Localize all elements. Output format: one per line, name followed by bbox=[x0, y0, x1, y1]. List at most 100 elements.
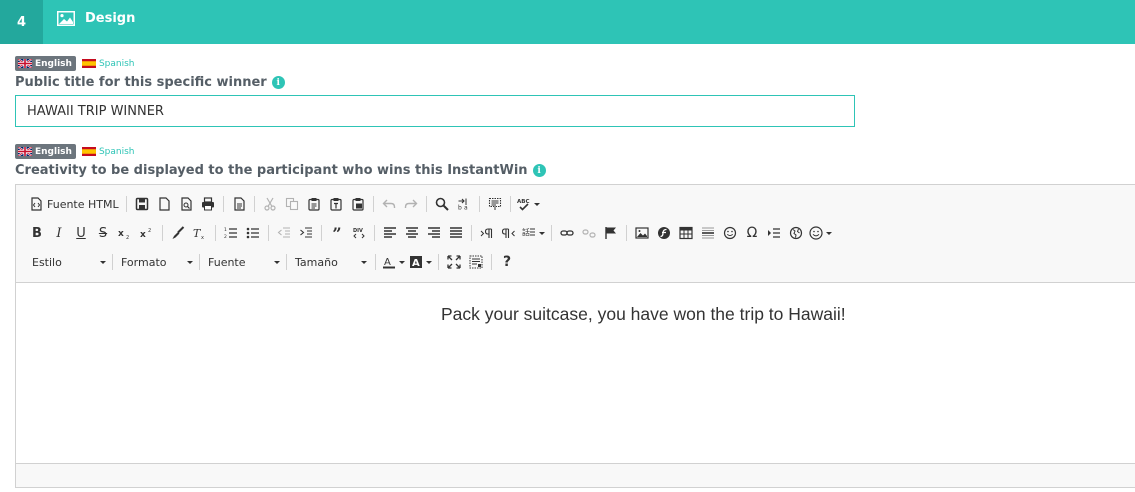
paintbrush-icon bbox=[172, 226, 185, 239]
info-icon[interactable]: i bbox=[532, 164, 546, 177]
replace-button[interactable]: ba bbox=[453, 193, 475, 215]
select-all-button[interactable] bbox=[484, 193, 506, 215]
svg-text:2: 2 bbox=[126, 235, 129, 240]
smiley-button[interactable] bbox=[719, 222, 741, 244]
numbered-list-button[interactable]: 12 bbox=[220, 222, 242, 244]
maximize-button[interactable] bbox=[443, 251, 465, 273]
format-dropdown[interactable]: Formato bbox=[115, 252, 197, 272]
bulleted-list-button[interactable] bbox=[242, 222, 264, 244]
copy-format-button[interactable] bbox=[167, 222, 189, 244]
language-label: Spanish bbox=[98, 146, 135, 157]
page-break-icon bbox=[768, 228, 780, 238]
uk-flag-icon bbox=[18, 59, 32, 68]
blockquote-button[interactable]: ” bbox=[326, 222, 348, 244]
indent-button[interactable] bbox=[295, 222, 317, 244]
redo-icon bbox=[404, 199, 418, 208]
font-dropdown[interactable]: Fuente bbox=[202, 252, 284, 272]
step-label: Design bbox=[85, 11, 136, 26]
redo-button[interactable] bbox=[400, 193, 422, 215]
language-tab-english[interactable]: English bbox=[15, 56, 76, 71]
subscript-icon: x2 bbox=[118, 229, 129, 240]
table-button[interactable] bbox=[675, 222, 697, 244]
copy-button[interactable] bbox=[281, 193, 303, 215]
language-tab-english[interactable]: English bbox=[15, 144, 76, 159]
language-tab-spanish[interactable]: Spanish bbox=[81, 56, 134, 71]
unlink-button[interactable] bbox=[578, 222, 600, 244]
numbered-list-icon: 12 bbox=[224, 227, 237, 240]
style-dropdown[interactable]: Estilo bbox=[26, 252, 110, 272]
show-blocks-button[interactable] bbox=[465, 251, 487, 273]
language-label: English bbox=[35, 58, 72, 69]
language-label: English bbox=[35, 146, 72, 157]
align-left-button[interactable] bbox=[379, 222, 401, 244]
copy-icon bbox=[285, 197, 298, 211]
paste-button[interactable] bbox=[303, 193, 325, 215]
save-button[interactable] bbox=[131, 193, 153, 215]
spellcheck-button[interactable]: ABC bbox=[515, 193, 542, 215]
anchor-button[interactable] bbox=[600, 222, 622, 244]
cut-button[interactable] bbox=[259, 193, 281, 215]
step-number: 4 bbox=[0, 0, 43, 44]
bold-button[interactable]: B bbox=[26, 222, 48, 244]
step-header[interactable]: 4 Design bbox=[0, 0, 1135, 44]
superscript-button[interactable]: x2 bbox=[136, 222, 158, 244]
text-color-button[interactable]: A bbox=[380, 251, 407, 273]
spain-flag-icon bbox=[81, 59, 96, 68]
strikethrough-button[interactable]: S bbox=[92, 222, 114, 244]
title-label-text: Public title for this specific winner bbox=[15, 75, 267, 90]
flash-button[interactable] bbox=[653, 222, 675, 244]
creativity-label-text: Creativity to be displayed to the partic… bbox=[15, 163, 528, 178]
paste-word-icon bbox=[352, 198, 364, 211]
new-page-icon bbox=[159, 197, 170, 211]
text-direction-ltr-button[interactable] bbox=[476, 222, 498, 244]
language-switcher-creativity: English Spanish bbox=[15, 144, 134, 159]
link-icon bbox=[560, 230, 574, 236]
source-html-button[interactable]: Fuente HTML bbox=[26, 193, 122, 215]
svg-text:2: 2 bbox=[148, 228, 151, 234]
underline-button[interactable]: U bbox=[70, 222, 92, 244]
paste-word-button[interactable] bbox=[347, 193, 369, 215]
undo-button[interactable] bbox=[378, 193, 400, 215]
preview-button[interactable] bbox=[175, 193, 197, 215]
image-button[interactable] bbox=[631, 222, 653, 244]
public-title-input[interactable] bbox=[15, 95, 855, 127]
emoji-button[interactable] bbox=[807, 222, 834, 244]
link-button[interactable] bbox=[556, 222, 578, 244]
save-icon bbox=[135, 197, 148, 211]
language-button[interactable]: 話 bbox=[520, 222, 547, 244]
preview-icon bbox=[181, 197, 192, 211]
superscript-icon: x2 bbox=[140, 228, 151, 240]
editor-content-area[interactable]: Pack your suitcase, you have won the tri… bbox=[16, 283, 1135, 463]
text-direction-rtl-button[interactable] bbox=[498, 222, 520, 244]
templates-button[interactable] bbox=[228, 193, 250, 215]
print-button[interactable] bbox=[197, 193, 219, 215]
svg-text:DIV: DIV bbox=[353, 228, 363, 234]
remove-format-icon: Tx bbox=[193, 227, 204, 240]
horizontal-line-button[interactable] bbox=[697, 222, 719, 244]
info-icon[interactable]: i bbox=[271, 76, 285, 89]
align-center-icon bbox=[406, 227, 418, 238]
creativity-field-label: Creativity to be displayed to the partic… bbox=[15, 163, 546, 178]
new-page-button[interactable] bbox=[153, 193, 175, 215]
unlink-icon bbox=[582, 229, 596, 238]
align-right-button[interactable] bbox=[423, 222, 445, 244]
justify-button[interactable] bbox=[445, 222, 467, 244]
emoji-icon bbox=[809, 226, 823, 240]
rich-text-editor: Fuente HTML b a ABC B I U S x 2 x 2 T x … bbox=[15, 184, 1135, 488]
special-char-button[interactable]: Ω bbox=[741, 222, 763, 244]
uk-flag-icon bbox=[18, 147, 32, 156]
outdent-button[interactable] bbox=[273, 222, 295, 244]
page-break-button[interactable] bbox=[763, 222, 785, 244]
size-dropdown[interactable]: Tamaño bbox=[289, 252, 371, 272]
background-color-button[interactable]: A bbox=[407, 251, 434, 273]
subscript-button[interactable]: x2 bbox=[114, 222, 136, 244]
help-button[interactable]: ? bbox=[496, 251, 518, 273]
paste-text-button[interactable] bbox=[325, 193, 347, 215]
align-center-button[interactable] bbox=[401, 222, 423, 244]
italic-button[interactable]: I bbox=[48, 222, 70, 244]
find-button[interactable] bbox=[431, 193, 453, 215]
div-container-button[interactable]: DIV bbox=[348, 222, 370, 244]
iframe-button[interactable] bbox=[785, 222, 807, 244]
language-tab-spanish[interactable]: Spanish bbox=[81, 144, 135, 159]
remove-format-button[interactable]: Tx bbox=[189, 222, 211, 244]
